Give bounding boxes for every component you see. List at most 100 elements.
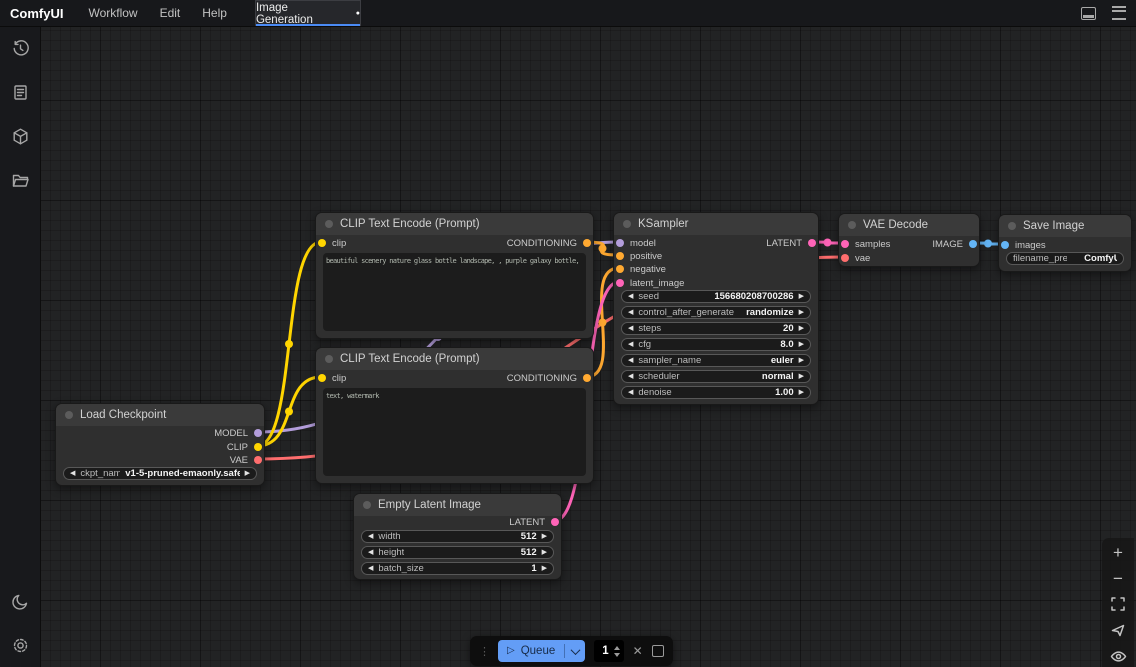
clear-queue-button[interactable]: ✕	[633, 644, 643, 658]
decrement-arrow-icon[interactable]: ◀	[70, 470, 75, 477]
port-VAE[interactable]: VAE	[230, 453, 262, 467]
sidebar-item-workflows-folder[interactable]	[0, 158, 40, 202]
widget-denoise[interactable]: ◀ denoise 1.00 ▶	[621, 386, 811, 399]
fit-view-button[interactable]	[1105, 594, 1131, 614]
widget-filename_prefix[interactable]: filename_prefix ComfyUI	[1006, 252, 1124, 265]
port-images[interactable]: images	[1001, 238, 1046, 252]
collapse-dot-icon[interactable]	[1008, 222, 1016, 230]
port-dot-icon[interactable]	[841, 240, 849, 248]
queue-options-dropdown[interactable]	[564, 644, 585, 658]
widget-cfg[interactable]: ◀ cfg 8.0 ▶	[621, 338, 811, 351]
prompt-textarea[interactable]: beautiful scenery nature glass bottle la…	[323, 253, 586, 331]
port-samples[interactable]: samples	[841, 237, 890, 251]
batch-count-stepper[interactable]	[613, 645, 620, 657]
collapse-dot-icon[interactable]	[848, 221, 856, 229]
node-vae_decode[interactable]: VAE Decode samples vae IMAGE	[838, 213, 980, 267]
widget-batch_size[interactable]: ◀ batch_size 1 ▶	[361, 562, 554, 575]
port-dot-icon[interactable]	[254, 443, 262, 451]
drag-handle-icon[interactable]: ⋮	[479, 645, 490, 658]
port-CONDITIONING[interactable]: CONDITIONING	[507, 236, 591, 250]
port-dot-icon[interactable]	[583, 374, 591, 382]
port-model[interactable]: model	[616, 236, 656, 250]
decrement-arrow-icon[interactable]: ◀	[628, 389, 633, 396]
node-header[interactable]: Save Image	[999, 215, 1131, 237]
port-dot-icon[interactable]	[318, 239, 326, 247]
increment-arrow-icon[interactable]: ▶	[245, 470, 250, 477]
port-latent_image[interactable]: latent_image	[616, 276, 684, 290]
increment-arrow-icon[interactable]: ▶	[799, 389, 804, 396]
decrement-arrow-icon[interactable]: ◀	[628, 373, 633, 380]
port-dot-icon[interactable]	[254, 456, 262, 464]
menu-icon[interactable]	[1112, 6, 1126, 20]
port-dot-icon[interactable]	[1001, 241, 1009, 249]
prompt-textarea[interactable]: text, watermark	[323, 388, 586, 476]
increment-arrow-icon[interactable]: ▶	[799, 325, 804, 332]
port-clip[interactable]: clip	[318, 236, 346, 250]
port-positive[interactable]: positive	[616, 249, 662, 263]
widget-sampler_name[interactable]: ◀ sampler_name euler ▶	[621, 354, 811, 367]
port-dot-icon[interactable]	[808, 239, 816, 247]
increment-arrow-icon[interactable]: ▶	[542, 549, 547, 556]
port-IMAGE[interactable]: IMAGE	[932, 237, 977, 251]
workflow-tab[interactable]: Image Generation ●	[254, 0, 361, 26]
node-header[interactable]: CLIP Text Encode (Prompt)	[316, 348, 593, 370]
port-clip[interactable]: clip	[318, 371, 346, 385]
menu-edit[interactable]: Edit	[149, 6, 192, 20]
port-dot-icon[interactable]	[318, 374, 326, 382]
port-CLIP[interactable]: CLIP	[227, 440, 262, 454]
select-mode-button[interactable]	[1105, 620, 1131, 640]
port-dot-icon[interactable]	[616, 239, 624, 247]
decrement-arrow-icon[interactable]: ◀	[628, 309, 633, 316]
decrement-arrow-icon[interactable]: ◀	[628, 357, 633, 364]
port-negative[interactable]: negative	[616, 262, 666, 276]
decrement-arrow-icon[interactable]: ◀	[368, 533, 373, 540]
port-vae[interactable]: vae	[841, 251, 870, 265]
node-clip_encode_negative[interactable]: CLIP Text Encode (Prompt) clip CONDITION…	[315, 347, 594, 484]
interrupt-button[interactable]	[651, 645, 664, 657]
node-ksampler[interactable]: KSampler model positive negative latent_…	[613, 212, 819, 405]
port-dot-icon[interactable]	[616, 265, 624, 273]
increment-arrow-icon[interactable]: ▶	[799, 373, 804, 380]
node-header[interactable]: KSampler	[614, 213, 818, 235]
node-save_image[interactable]: Save Image images filename_prefix ComfyUI	[998, 214, 1132, 272]
increment-arrow-icon[interactable]: ▶	[799, 341, 804, 348]
increment-arrow-icon[interactable]: ▶	[799, 293, 804, 300]
port-dot-icon[interactable]	[583, 239, 591, 247]
port-dot-icon[interactable]	[551, 518, 559, 526]
toggle-link-visibility-button[interactable]	[1105, 646, 1131, 666]
widget-control_after_generate[interactable]: ◀ control_after_generate randomize ▶	[621, 306, 811, 319]
collapse-dot-icon[interactable]	[325, 355, 333, 363]
port-LATENT[interactable]: LATENT	[509, 515, 559, 529]
collapse-dot-icon[interactable]	[623, 220, 631, 228]
node-empty_latent[interactable]: Empty Latent Image LATENT ◀ width 512 ▶ ◀ heig…	[353, 493, 562, 580]
node-header[interactable]: VAE Decode	[839, 214, 979, 236]
increment-arrow-icon[interactable]: ▶	[799, 357, 804, 364]
node-header[interactable]: Empty Latent Image	[354, 494, 561, 516]
decrement-arrow-icon[interactable]: ◀	[368, 565, 373, 572]
port-dot-icon[interactable]	[616, 252, 624, 260]
queue-button[interactable]: ▷ Queue	[498, 640, 586, 662]
widget-scheduler[interactable]: ◀ scheduler normal ▶	[621, 370, 811, 383]
node-load_checkpoint[interactable]: Load Checkpoint MODEL CLIP VAE ◀ ckpt_name…	[55, 403, 265, 486]
menu-workflow[interactable]: Workflow	[77, 6, 148, 20]
port-dot-icon[interactable]	[254, 429, 262, 437]
node-clip_encode_positive[interactable]: CLIP Text Encode (Prompt) clip CONDITION…	[315, 212, 594, 339]
decrement-arrow-icon[interactable]: ◀	[628, 341, 633, 348]
sidebar-item-node-library[interactable]	[0, 70, 40, 114]
port-dot-icon[interactable]	[616, 279, 624, 287]
decrement-arrow-icon[interactable]: ◀	[368, 549, 373, 556]
zoom-in-button[interactable]: +	[1105, 542, 1131, 562]
batch-count-input[interactable]: 1	[594, 640, 624, 662]
collapse-dot-icon[interactable]	[325, 220, 333, 228]
stepper-down-icon[interactable]	[613, 652, 620, 657]
collapse-dot-icon[interactable]	[65, 411, 73, 419]
port-dot-icon[interactable]	[969, 240, 977, 248]
zoom-out-button[interactable]: −	[1105, 568, 1131, 588]
widget-steps[interactable]: ◀ steps 20 ▶	[621, 322, 811, 335]
increment-arrow-icon[interactable]: ▶	[542, 565, 547, 572]
stepper-up-icon[interactable]	[613, 645, 620, 650]
node-header[interactable]: CLIP Text Encode (Prompt)	[316, 213, 593, 235]
sidebar-item-settings[interactable]	[0, 623, 40, 667]
sidebar-item-model-library[interactable]	[0, 114, 40, 158]
widget-seed[interactable]: ◀ seed 156680208700286 ▶	[621, 290, 811, 303]
